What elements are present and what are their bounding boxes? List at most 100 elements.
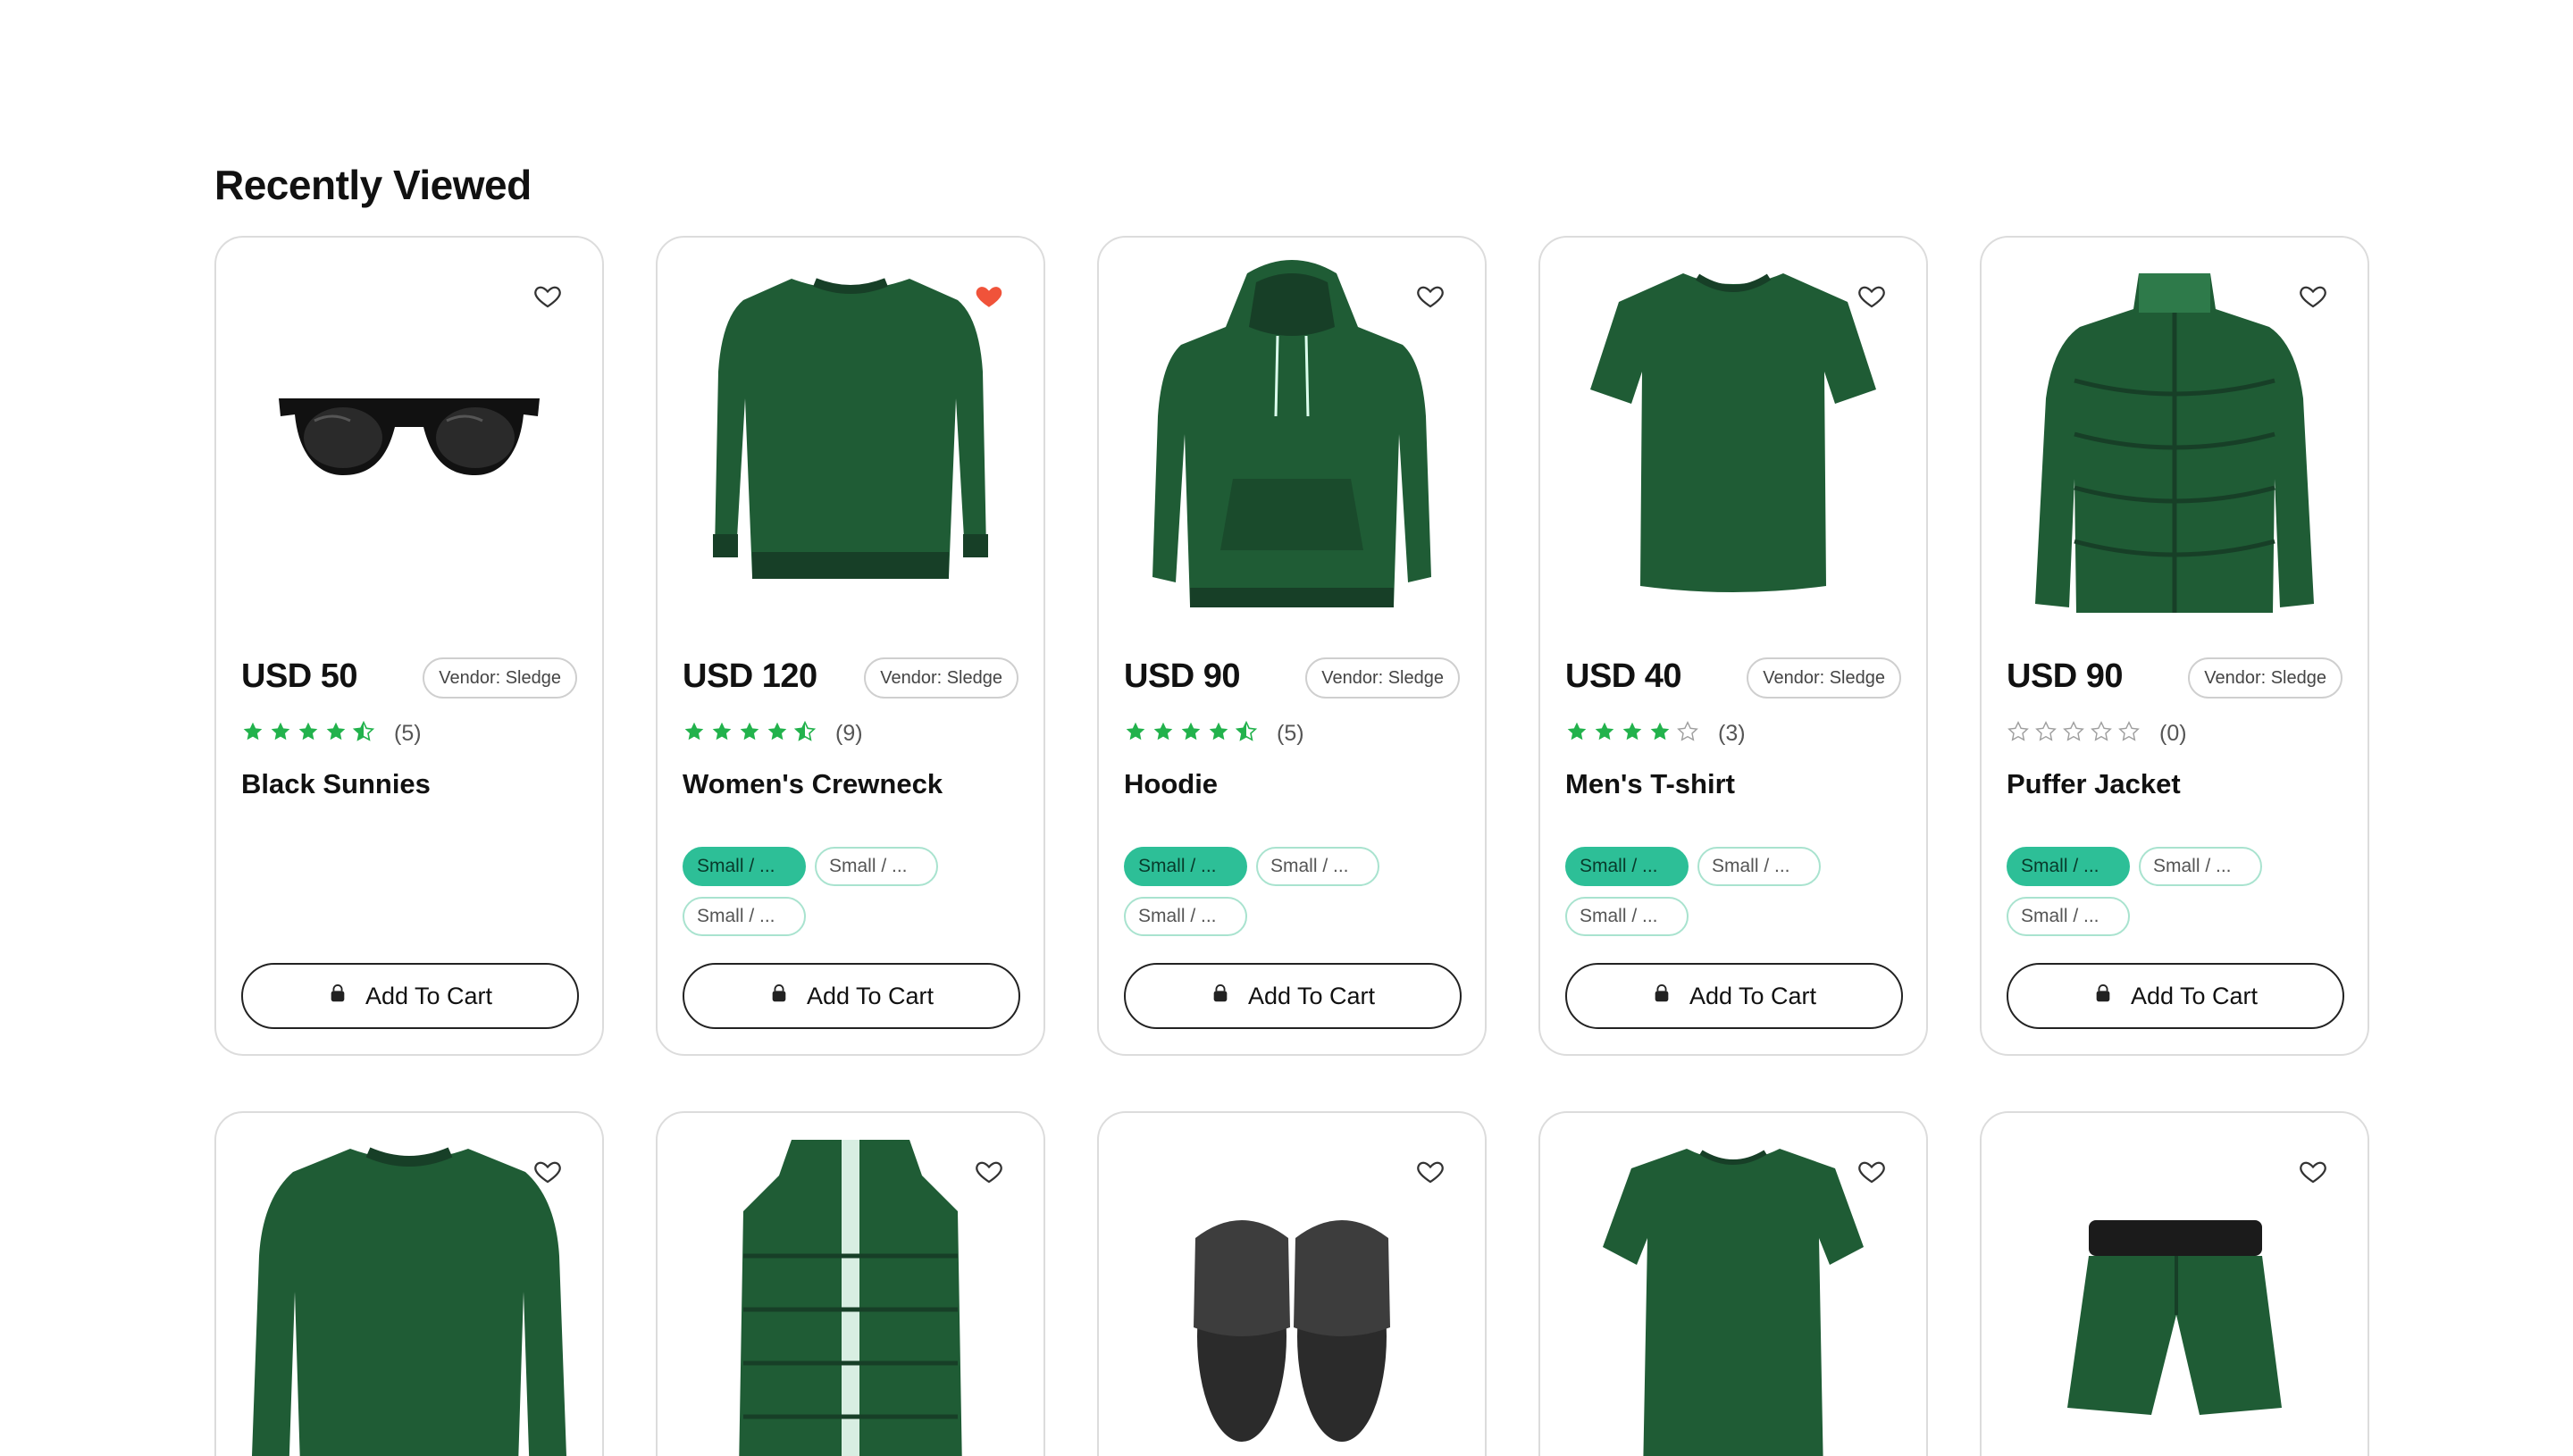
heart-icon[interactable] bbox=[1415, 280, 1446, 311]
product-price: USD 40 bbox=[1565, 657, 1682, 695]
star-icon bbox=[1124, 720, 1152, 748]
product-rating: (5) bbox=[1124, 720, 1304, 748]
vendor-badge: Vendor: Sledge bbox=[1305, 657, 1460, 699]
variant-chip[interactable]: Small / ... bbox=[683, 897, 806, 936]
product-card[interactable]: USD 40 Vendor: Sledge (3) Men's T-shirt Smal… bbox=[1538, 236, 1928, 1056]
add-to-cart-button[interactable]: Add To Cart bbox=[241, 963, 579, 1029]
product-rating: (3) bbox=[1565, 720, 1746, 748]
heart-icon[interactable] bbox=[2298, 1156, 2328, 1186]
section-title: Recently Viewed bbox=[214, 162, 532, 208]
product-rating: (9) bbox=[683, 720, 863, 748]
heart-icon[interactable] bbox=[1856, 280, 1887, 311]
variant-chip[interactable]: Small / ... bbox=[2139, 847, 2262, 886]
product-price: USD 90 bbox=[2007, 657, 2124, 695]
product-price: USD 50 bbox=[241, 657, 358, 695]
product-name[interactable]: Black Sunnies bbox=[241, 768, 431, 800]
heart-icon[interactable] bbox=[1856, 1156, 1887, 1186]
heart-icon[interactable] bbox=[974, 1156, 1004, 1186]
review-count: (5) bbox=[1277, 721, 1304, 746]
product-card[interactable]: USD 90 Vendor: Sledge (5) Hoodie Small / ...… bbox=[1097, 236, 1487, 1056]
product-name[interactable]: Puffer Jacket bbox=[2007, 768, 2181, 800]
star-icon bbox=[324, 720, 352, 748]
add-to-cart-button[interactable]: Add To Cart bbox=[1124, 963, 1462, 1029]
vendor-badge: Vendor: Sledge bbox=[2188, 657, 2343, 699]
star-half-icon bbox=[352, 720, 380, 748]
vendor-badge: Vendor: Sledge bbox=[423, 657, 577, 699]
review-count: (3) bbox=[1718, 721, 1746, 746]
product-card[interactable] bbox=[1538, 1111, 1928, 1456]
variant-options: Small / ... Small / ... Small / ... bbox=[683, 847, 1022, 947]
product-card[interactable]: Sold out bbox=[214, 1111, 604, 1456]
product-card[interactable] bbox=[1980, 1111, 2369, 1456]
variant-options: Small / ... Small / ... Small / ... bbox=[1565, 847, 1905, 947]
product-card[interactable]: USD 90 Vendor: Sledge (0) Puffer Jacket Smal… bbox=[1980, 236, 2369, 1056]
star-icon bbox=[1621, 720, 1648, 748]
star-half-icon bbox=[1235, 720, 1262, 748]
shopping-bag-icon bbox=[1652, 983, 1689, 1010]
star-icon bbox=[297, 720, 324, 748]
variant-options: Small / ... Small / ... Small / ... bbox=[2007, 847, 2346, 947]
star-empty-icon bbox=[2117, 720, 2145, 748]
variant-chip[interactable]: Small / ... bbox=[1124, 897, 1247, 936]
rating-stars bbox=[683, 720, 821, 748]
variant-chip[interactable]: Small / ... bbox=[815, 847, 938, 886]
star-empty-icon bbox=[2090, 720, 2117, 748]
star-icon bbox=[1593, 720, 1621, 748]
star-icon bbox=[1648, 720, 1676, 748]
star-icon bbox=[766, 720, 793, 748]
star-empty-icon bbox=[2007, 720, 2034, 748]
star-icon bbox=[738, 720, 766, 748]
vendor-badge: Vendor: Sledge bbox=[864, 657, 1018, 699]
star-empty-icon bbox=[1676, 720, 1704, 748]
product-card[interactable] bbox=[1097, 1111, 1487, 1456]
star-empty-icon bbox=[2034, 720, 2062, 748]
variant-chip[interactable]: Small / ... bbox=[2007, 897, 2130, 936]
product-price: USD 90 bbox=[1124, 657, 1241, 695]
variant-chip[interactable]: Small / ... bbox=[1565, 897, 1689, 936]
shopping-bag-icon bbox=[2093, 983, 2131, 1010]
add-to-cart-button[interactable]: Add To Cart bbox=[2007, 963, 2344, 1029]
heart-filled-icon[interactable] bbox=[974, 280, 1004, 311]
review-count: (5) bbox=[394, 721, 422, 746]
variant-chip[interactable]: Small / ... bbox=[1697, 847, 1821, 886]
add-to-cart-label: Add To Cart bbox=[2130, 982, 2259, 1009]
add-to-cart-button[interactable]: Add To Cart bbox=[1565, 963, 1903, 1029]
heart-icon[interactable] bbox=[1415, 1156, 1446, 1186]
shopping-bag-icon bbox=[1211, 983, 1248, 1010]
product-card[interactable] bbox=[656, 1111, 1045, 1456]
variant-chip[interactable]: Small / ... bbox=[683, 847, 806, 886]
heart-icon[interactable] bbox=[532, 1156, 563, 1186]
product-card[interactable]: USD 50 Vendor: Sledge (5) Black Sunnies Add … bbox=[214, 236, 604, 1056]
variant-chip[interactable]: Small / ... bbox=[2007, 847, 2130, 886]
rating-stars bbox=[241, 720, 380, 748]
add-to-cart-label: Add To Cart bbox=[1247, 982, 1376, 1009]
star-icon bbox=[683, 720, 710, 748]
rating-stars bbox=[1565, 720, 1704, 748]
product-card[interactable]: USD 120 Vendor: Sledge (9) Women's Crewneck… bbox=[656, 236, 1045, 1056]
star-icon bbox=[269, 720, 297, 748]
rating-stars bbox=[2007, 720, 2145, 748]
star-icon bbox=[1179, 720, 1207, 748]
product-name[interactable]: Men's T-shirt bbox=[1565, 768, 1735, 800]
rating-stars bbox=[1124, 720, 1262, 748]
variant-chip[interactable]: Small / ... bbox=[1124, 847, 1247, 886]
variant-chip[interactable]: Small / ... bbox=[1256, 847, 1379, 886]
star-icon bbox=[710, 720, 738, 748]
star-icon bbox=[1207, 720, 1235, 748]
heart-icon[interactable] bbox=[2298, 280, 2328, 311]
add-to-cart-label: Add To Cart bbox=[1689, 982, 1817, 1009]
star-icon bbox=[241, 720, 269, 748]
add-to-cart-button[interactable]: Add To Cart bbox=[683, 963, 1020, 1029]
product-price: USD 120 bbox=[683, 657, 817, 695]
vendor-badge: Vendor: Sledge bbox=[1747, 657, 1901, 699]
review-count: (0) bbox=[2159, 721, 2187, 746]
variant-chip[interactable]: Small / ... bbox=[1565, 847, 1689, 886]
product-rating: (5) bbox=[241, 720, 422, 748]
variant-options: Small / ... Small / ... Small / ... bbox=[1124, 847, 1463, 947]
product-name[interactable]: Hoodie bbox=[1124, 768, 1218, 800]
heart-icon[interactable] bbox=[532, 280, 563, 311]
shopping-bag-icon bbox=[769, 983, 807, 1010]
star-icon bbox=[1565, 720, 1593, 748]
product-rating: (0) bbox=[2007, 720, 2187, 748]
product-name[interactable]: Women's Crewneck bbox=[683, 768, 943, 800]
